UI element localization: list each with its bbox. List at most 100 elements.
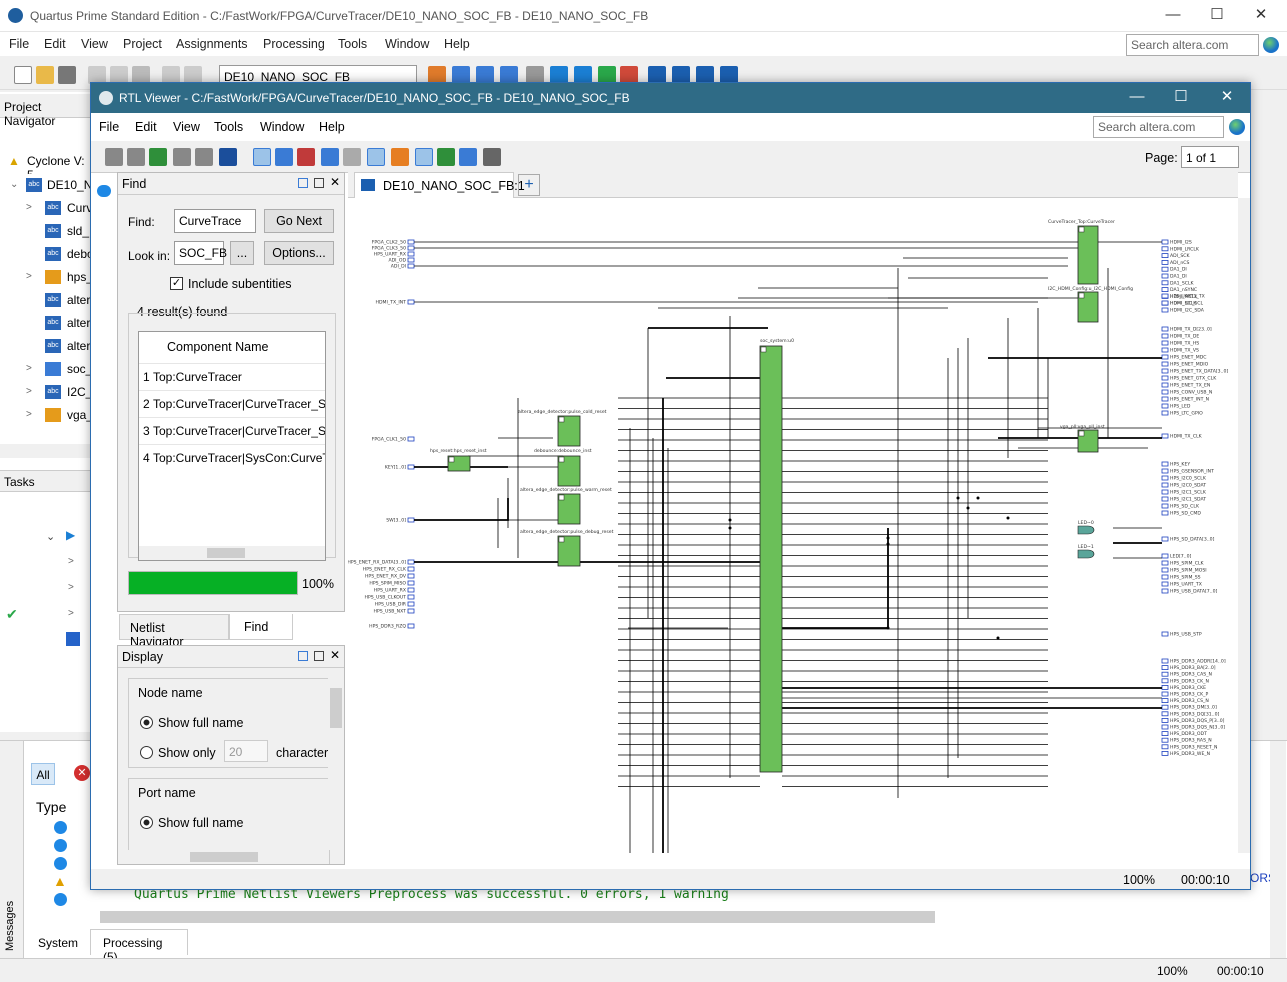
menu-edit[interactable]: Edit — [44, 37, 66, 51]
menu-project[interactable]: Project — [123, 37, 162, 51]
tree-item[interactable]: abc sld_ — [0, 220, 92, 243]
minimize-icon[interactable]: — — [1150, 0, 1196, 32]
go-next-button[interactable]: Go Next — [264, 209, 334, 233]
add-tab-button[interactable]: + — [518, 174, 540, 196]
program-device-icon[interactable] — [66, 632, 80, 646]
float-icon[interactable] — [314, 178, 324, 188]
show-only-radio[interactable] — [140, 746, 153, 759]
rtl-menu-help[interactable]: Help — [319, 120, 345, 134]
task-chevron-icon[interactable]: > — [68, 556, 74, 567]
collapse-icon[interactable] — [173, 148, 191, 166]
rtl-menu-window[interactable]: Window — [260, 120, 304, 134]
refresh-icon[interactable] — [149, 148, 167, 166]
menu-help[interactable]: Help — [444, 37, 470, 51]
schematic-canvas[interactable]: FPGA_CLK2_50 FPGA_CLK3_50 HPS_UART_RX ADI_O… — [347, 198, 1238, 888]
display-hscrollbar[interactable] — [120, 850, 328, 864]
tree-item[interactable]: abc alter — [0, 312, 92, 335]
task-chevron-icon[interactable]: > — [68, 608, 74, 619]
maximize-icon[interactable]: ☐ — [1194, 0, 1240, 32]
task-chevron-icon[interactable]: > — [68, 582, 74, 593]
back-icon[interactable] — [105, 148, 123, 166]
tree-expand-icon[interactable]: > — [26, 202, 32, 213]
tree-expand-icon[interactable]: > — [26, 386, 32, 397]
result-row[interactable]: 4 Top:CurveTracer|SysCon:CurveT — [139, 444, 325, 471]
rtl-close-icon[interactable]: ✕ — [1204, 83, 1250, 113]
browse-button[interactable]: ... — [230, 241, 254, 265]
device-row[interactable]: ▲ Cyclone V: 5 — [0, 150, 92, 182]
pin-icon[interactable] — [298, 651, 308, 661]
display-close-icon[interactable]: ✕ — [330, 648, 340, 662]
menu-tools[interactable]: Tools — [338, 37, 367, 51]
menu-view[interactable]: View — [81, 37, 108, 51]
zoom-icon[interactable] — [275, 148, 293, 166]
close-icon[interactable]: ✕ — [1238, 0, 1284, 32]
print-icon[interactable] — [483, 148, 501, 166]
schematic-vscrollbar[interactable] — [1238, 198, 1250, 853]
all-filter-button[interactable]: All — [31, 763, 55, 785]
tree-expand-icon[interactable]: > — [26, 409, 32, 420]
open-folder-icon[interactable] — [36, 66, 54, 84]
tree-item[interactable]: abc alter — [0, 335, 92, 358]
tree-item[interactable]: > soc_ — [0, 358, 92, 381]
result-row[interactable]: 2 Top:CurveTracer|CurveTracer_SE — [139, 390, 325, 417]
tree-expand-icon[interactable]: ⌄ — [10, 179, 18, 190]
results-hscrollbar[interactable] — [139, 546, 325, 560]
tree-expand-icon[interactable]: > — [26, 271, 32, 282]
messages-vscrollbar[interactable] — [1270, 741, 1286, 959]
menu-assignments[interactable]: Assignments — [176, 37, 248, 51]
main-right-scrollbar[interactable] — [1269, 92, 1287, 732]
fit-icon[interactable] — [297, 148, 315, 166]
filter-icon[interactable] — [437, 148, 455, 166]
options-button[interactable]: Options... — [264, 241, 334, 265]
display-vscrollbar[interactable] — [328, 670, 344, 850]
tree-item[interactable]: > vga_ — [0, 404, 93, 427]
rtl-search-input[interactable]: Search altera.com — [1093, 116, 1224, 138]
port-show-full-radio[interactable] — [140, 816, 153, 829]
tree-item[interactable]: abc alter — [0, 289, 92, 312]
include-subentities-checkbox[interactable]: ✓ — [170, 277, 183, 290]
menu-window[interactable]: Window — [385, 37, 429, 51]
tree-item[interactable]: abc debo — [0, 243, 94, 266]
tree-item[interactable]: > abc Curv — [0, 197, 92, 220]
binoculars-icon[interactable] — [219, 148, 237, 166]
globe-icon[interactable] — [1263, 37, 1279, 53]
expand-icon[interactable] — [195, 148, 213, 166]
tree-item[interactable]: > abc I2C_ — [0, 381, 92, 404]
tree-expand-icon[interactable]: > — [26, 363, 32, 374]
pin-icon[interactable] — [298, 178, 308, 188]
rtl-menu-file[interactable]: File — [99, 120, 119, 134]
select-pointer-icon[interactable] — [253, 148, 271, 166]
nav-scrollbar[interactable] — [0, 444, 92, 458]
color-icon[interactable] — [391, 148, 409, 166]
run-task-icon[interactable]: ▶ — [66, 528, 75, 542]
find-input[interactable]: CurveTrace — [174, 209, 256, 233]
expand-chevron-icon[interactable]: ⌄ — [46, 530, 55, 543]
show-full-radio[interactable] — [140, 716, 153, 729]
messages-hscrollbar[interactable] — [100, 911, 935, 923]
area-select-icon[interactable] — [343, 148, 361, 166]
menu-file[interactable]: File — [9, 37, 29, 51]
tab-netlist-navigator[interactable]: Netlist Navigator — [119, 614, 229, 649]
rtl-menu-view[interactable]: View — [173, 120, 200, 134]
tab-system[interactable]: System — [30, 931, 88, 955]
save-icon[interactable] — [58, 66, 76, 84]
error-filter-icon[interactable]: ✕ — [74, 765, 90, 781]
look-in-input[interactable]: SOC_FB — [174, 241, 227, 265]
result-row[interactable]: 1 Top:CurveTracer — [139, 363, 325, 390]
forward-icon[interactable] — [127, 148, 145, 166]
find-close-icon[interactable]: ✕ — [330, 175, 340, 189]
main-search-input[interactable]: Search altera.com — [1126, 34, 1259, 56]
tree-item[interactable]: ⌄ abc DE10_N — [0, 174, 92, 197]
rtl-menu-edit[interactable]: Edit — [135, 120, 157, 134]
rtl-minimize-icon[interactable]: — — [1114, 83, 1160, 113]
result-row[interactable]: 3 Top:CurveTracer|CurveTracer_SE — [139, 417, 325, 444]
show-only-spinner[interactable]: 20 — [224, 740, 268, 762]
tab-find[interactable]: Find — [229, 614, 293, 640]
netlist-toggle-icon[interactable] — [367, 148, 385, 166]
comment-icon[interactable] — [97, 185, 111, 197]
float-icon[interactable] — [314, 651, 324, 661]
new-file-icon[interactable] — [14, 66, 32, 84]
page-select[interactable]: 1 of 1 — [1181, 146, 1239, 168]
tab-processing[interactable]: Processing (5) — [90, 929, 188, 964]
tree-item[interactable]: > hps_ — [0, 266, 93, 289]
